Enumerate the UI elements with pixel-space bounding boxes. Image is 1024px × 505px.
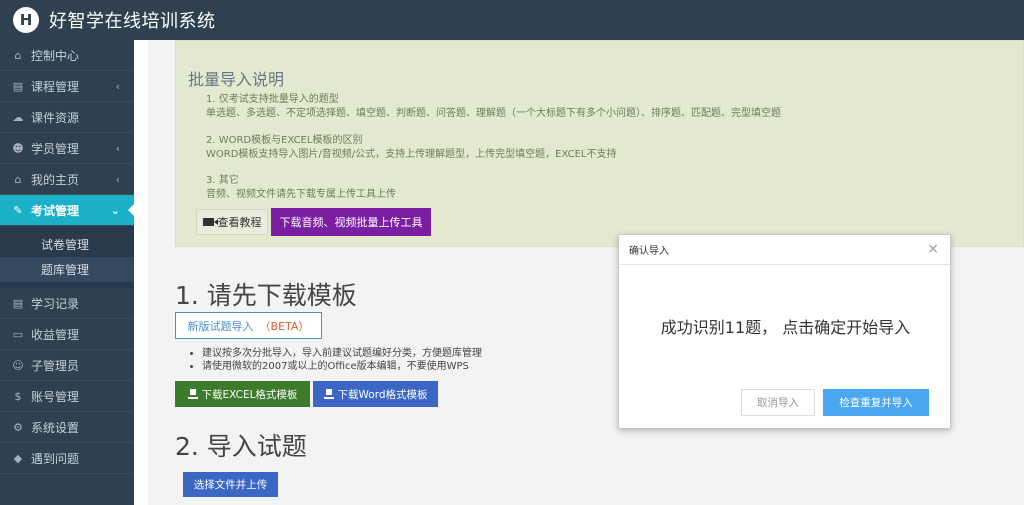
sidebar-item-label: 遇到问题 bbox=[31, 451, 80, 466]
instructions-title: 批量导入说明 bbox=[188, 70, 285, 89]
instruction-section: 1. 仅考试支持批量导入的题型 单选题、多选题、不定项选择题、填空题、判断题、问… bbox=[206, 93, 781, 121]
instruction-heading: 1. 仅考试支持批量导入的题型 bbox=[206, 94, 339, 105]
instruction-section: 3. 其它 音频、视频文件请先下载专属上传工具上传 bbox=[206, 174, 396, 202]
home-icon: ⌂ bbox=[14, 48, 22, 62]
sidebar-item-resources[interactable]: ☁ 课件资源 bbox=[0, 102, 134, 133]
sidebar-item-help[interactable]: ◆ 遇到问题 bbox=[0, 443, 134, 474]
confirm-import-dialog: 确认导入 × 成功识别11题， 点击确定开始导入 取消导入 检查重复并导入 bbox=[618, 234, 951, 429]
download-icon bbox=[323, 389, 334, 399]
check-duplicates-import-button[interactable]: 检查重复并导入 bbox=[823, 389, 929, 416]
chevron-down-icon: ⌄ bbox=[110, 203, 120, 217]
sidebar-subitem-question-bank[interactable]: 题库管理 bbox=[0, 257, 134, 282]
dialog-message: 成功识别11题， 点击确定开始导入 bbox=[660, 318, 911, 337]
sidebar-gutter bbox=[134, 40, 148, 505]
sidebar-item-label: 账号管理 bbox=[31, 389, 80, 404]
sidebar-item-label: 课程管理 bbox=[31, 79, 80, 94]
video-camera-icon bbox=[202, 218, 218, 226]
chevron-left-icon: ‹ bbox=[115, 141, 120, 155]
list-item: 建议按多次分批导入，导入前建议试题编好分类，方便题库管理 bbox=[202, 347, 482, 360]
download-upload-tool-button[interactable]: 下载音频、视频批量上传工具 bbox=[271, 208, 431, 236]
download-excel-template-button[interactable]: 下载EXCEL格式模板 bbox=[175, 381, 310, 407]
download-word-template-button[interactable]: 下载Word格式模板 bbox=[313, 381, 438, 407]
sidebar-item-exams[interactable]: ✎ 考试管理 ⌄ bbox=[0, 195, 135, 226]
user-icon: ☺ bbox=[12, 358, 24, 372]
instruction-text: 音频、视频文件请先下载专属上传工具上传 bbox=[206, 189, 396, 200]
chevron-left-icon: ‹ bbox=[115, 79, 120, 93]
instruction-section: 2. WORD模板与EXCEL模板的区别 WORD模板支持导入图片/音视频/公式… bbox=[206, 134, 616, 162]
gear-icon: ⚙ bbox=[13, 420, 23, 434]
sidebar-item-my-home[interactable]: ⌂ 我的主页 ‹ bbox=[0, 164, 134, 195]
step2-title: 2. 导入试题 bbox=[175, 432, 307, 461]
cancel-import-button[interactable]: 取消导入 bbox=[741, 389, 815, 416]
tag-icon: ✎ bbox=[13, 203, 23, 217]
dollar-icon: $ bbox=[14, 389, 22, 403]
new-import-beta-button[interactable]: 新版试题导入 （BETA） bbox=[175, 312, 322, 339]
import-instructions-panel: 批量导入说明 1. 仅考试支持批量导入的题型 单选题、多选题、不定项选择题、填空… bbox=[175, 40, 1024, 247]
sidebar-item-settings[interactable]: ⚙ 系统设置 bbox=[0, 412, 134, 443]
credit-card-icon: ▭ bbox=[12, 327, 24, 341]
sidebar-item-revenue[interactable]: ▭ 收益管理 bbox=[0, 319, 134, 350]
question-icon: ◆ bbox=[13, 451, 23, 465]
tips-list: 建议按多次分批导入，导入前建议试题编好分类，方便题库管理 请使用微软的2007或… bbox=[190, 347, 482, 373]
sidebar-item-label: 考试管理 bbox=[31, 203, 80, 218]
select-file-upload-button[interactable]: 选择文件并上传 bbox=[183, 472, 278, 497]
step1-title: 1. 请先下载模板 bbox=[175, 281, 357, 310]
book-icon: ▤ bbox=[12, 79, 24, 93]
sidebar-item-label: 系统设置 bbox=[31, 420, 80, 435]
sidebar-item-label: 我的主页 bbox=[31, 172, 80, 187]
chevron-left-icon: ‹ bbox=[115, 172, 120, 186]
users-icon: ☻ bbox=[12, 141, 24, 155]
sidebar-item-sub-admins[interactable]: ☺ 子管理员 bbox=[0, 350, 134, 381]
dialog-header: 确认导入 × bbox=[619, 235, 950, 265]
graduation-cap-icon: ⌂ bbox=[14, 172, 22, 186]
sidebar-item-accounts[interactable]: $ 账号管理 bbox=[0, 381, 134, 412]
view-tutorial-button[interactable]: 查看教程 bbox=[196, 209, 268, 235]
app-title: 好智学在线培训系统 bbox=[49, 11, 216, 32]
sidebar-item-courses[interactable]: ▤ 课程管理 ‹ bbox=[0, 71, 134, 102]
instruction-heading: 3. 其它 bbox=[206, 175, 239, 186]
sidebar-item-dashboard[interactable]: ⌂ 控制中心 bbox=[0, 40, 134, 71]
list-item: 请使用微软的2007或以上的Office版本编辑，不要使用WPS bbox=[202, 360, 482, 373]
sidebar-item-label: 收益管理 bbox=[31, 327, 80, 342]
sidebar: ⌂ 控制中心 ▤ 课程管理 ‹ ☁ 课件资源 ☻ 学员管理 ‹ ⌂ 我的主页 ‹… bbox=[0, 40, 135, 505]
download-icon bbox=[187, 389, 198, 399]
sidebar-item-label: 控制中心 bbox=[31, 48, 80, 63]
instruction-heading: 2. WORD模板与EXCEL模板的区别 bbox=[206, 135, 363, 146]
sidebar-item-learning-records[interactable]: ▤ 学习记录 bbox=[0, 288, 134, 319]
sidebar-item-label: 子管理员 bbox=[31, 358, 80, 373]
book-icon: ▤ bbox=[12, 296, 24, 310]
close-icon[interactable]: × bbox=[927, 241, 939, 257]
instruction-text: WORD模板支持导入图片/音视频/公式，支持上传理解题型，上传完型填空题，EXC… bbox=[206, 149, 617, 160]
beta-tag: （BETA） bbox=[259, 319, 310, 333]
dialog-title: 确认导入 bbox=[629, 246, 669, 257]
sidebar-item-students[interactable]: ☻ 学员管理 ‹ bbox=[0, 133, 134, 164]
sidebar-item-label: 课件资源 bbox=[31, 110, 80, 125]
sidebar-item-label: 学员管理 bbox=[31, 141, 80, 156]
sidebar-item-label: 学习记录 bbox=[31, 296, 80, 311]
sidebar-subitem-papers[interactable]: 试卷管理 bbox=[0, 232, 134, 257]
cloud-icon: ☁ bbox=[12, 110, 24, 124]
app-logo[interactable]: H bbox=[13, 7, 39, 33]
top-header: H 好智学在线培训系统 bbox=[0, 0, 1024, 40]
instruction-text: 单选题、多选题、不定项选择题、填空题、判断题、问答题、理解题（一个大标题下有多个… bbox=[206, 108, 781, 119]
